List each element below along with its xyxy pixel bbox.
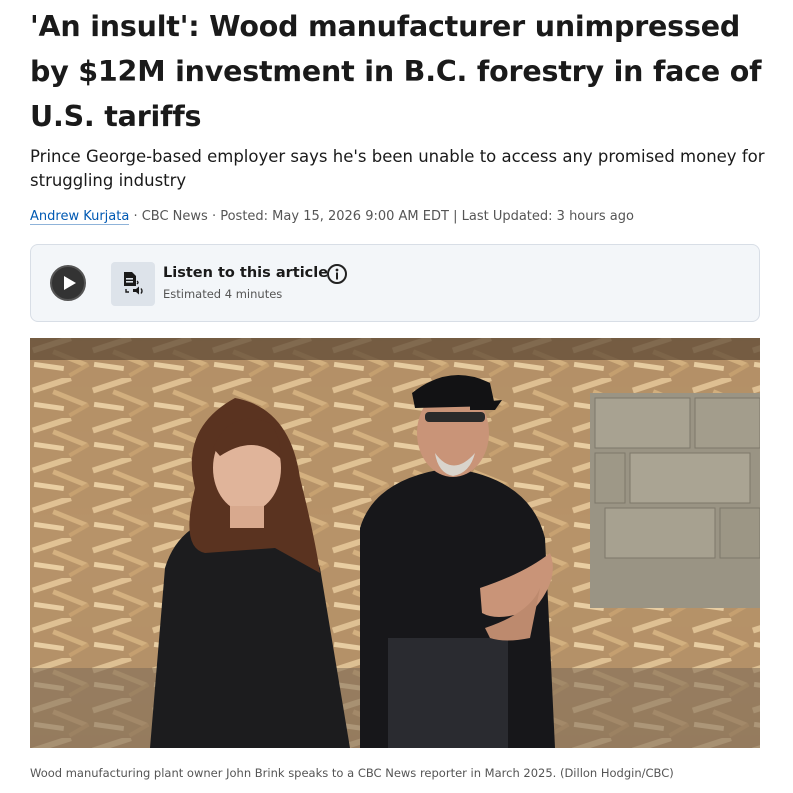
photo-caption: Wood manufacturing plant owner John Brin…	[30, 766, 674, 780]
deck: Prince George-based employer says he's b…	[30, 145, 775, 193]
headline-line: U.S. tariffs	[30, 100, 202, 133]
play-icon	[63, 276, 76, 290]
listen-title: Listen to this article	[163, 265, 329, 281]
listen-to-article-panel: Listen to this article Estimated 4 minut…	[30, 244, 760, 322]
updated-date: Last Updated: 3 hours ago	[461, 209, 634, 224]
author-link[interactable]: Andrew Kurjata	[30, 209, 130, 225]
headline: 'An insult': Wood manufacturer unimpress…	[30, 4, 775, 139]
text-to-speech-icon	[111, 262, 155, 306]
byline-separator: |	[448, 209, 462, 224]
byline-source: · CBC News ·	[129, 209, 221, 224]
posted-date: Posted: May 15, 2026 9:00 AM EDT	[220, 209, 449, 224]
deck-line: struggling industry	[30, 171, 187, 190]
listen-estimate: Estimated 4 minutes	[163, 287, 283, 301]
info-icon[interactable]	[327, 264, 347, 284]
headline-line: 'An insult': Wood manufacturer unimpress…	[30, 10, 741, 43]
play-button[interactable]	[50, 265, 86, 301]
headline-line: by $12M investment in B.C. forestry in f…	[30, 55, 762, 88]
byline: Andrew Kurjata · CBC News · Posted: May …	[30, 208, 775, 226]
article-photo	[30, 338, 760, 748]
deck-line: Prince George-based employer says he's b…	[30, 147, 765, 166]
concrete-blocks	[590, 393, 760, 608]
